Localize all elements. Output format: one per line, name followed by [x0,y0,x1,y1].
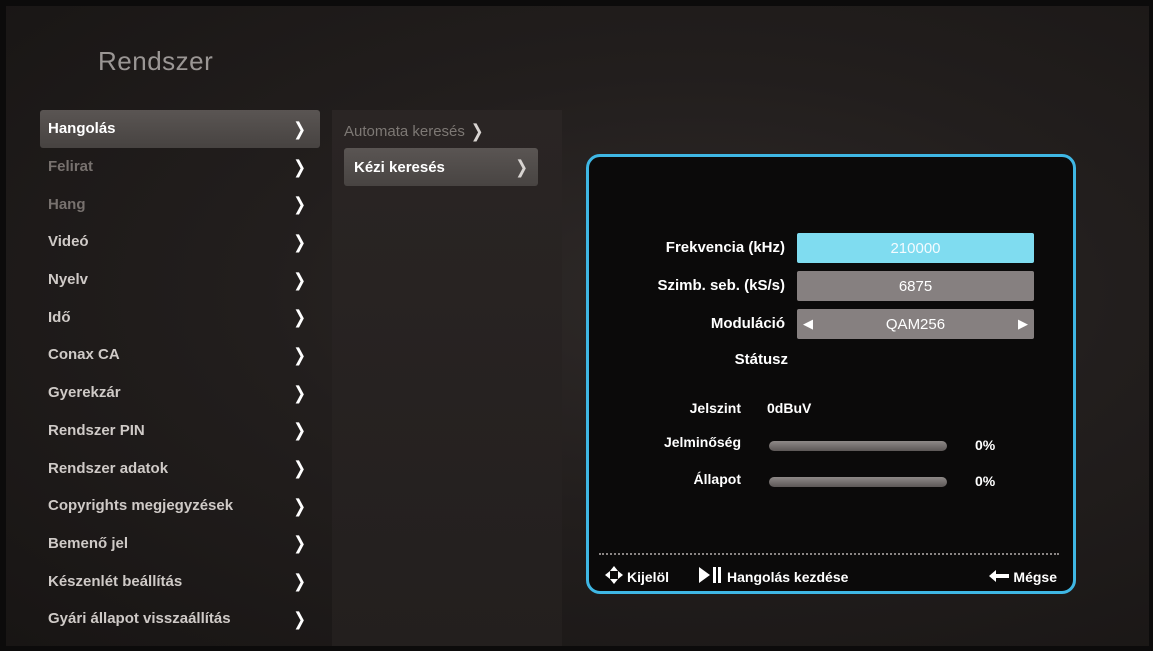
select-hint-label: Kijelöl [627,569,670,585]
manual-search-dialog: Frekvencia (kHz) 210000 Szimb. seb. (kS/… [586,154,1076,594]
modulation-selector[interactable]: ◀ QAM256 ▶ [797,309,1034,339]
state-label: Állapot [693,471,741,487]
submenu-item-automata[interactable]: Automata keresés ❯ [344,112,483,150]
submenu-panel: Automata keresés ❯ Kézi keresés ❯ [332,110,562,646]
start-search-label: Hangolás kezdése [727,569,849,585]
dialog-footer: Kijelöl Hangolás kezdése Mégse [605,566,1057,588]
sidebar-item-label: Rendszer PIN [48,421,145,439]
chevron-right-icon: ❯ [293,307,306,329]
signal-quality-label: Jelminőség [663,434,741,450]
sidebar-item-label: Készenlét beállítás [48,572,183,590]
chevron-right-icon: ❯ [293,232,306,253]
sidebar-item-label: Rendszer adatok [48,459,169,477]
footer-divider [599,553,1059,555]
state-bar [769,477,947,487]
frequency-label: Frekvencia (kHz) [665,239,785,256]
sidebar-item-label: Felirat [48,158,94,176]
arrow-left-icon[interactable]: ◀ [803,316,813,332]
sidebar-item-video[interactable]: Videó ❯ [40,223,320,261]
chevron-right-icon: ❯ [293,345,306,366]
sidebar-item-label: Hangolás [48,120,116,138]
sidebar-item-label: Hang [48,195,86,213]
sidebar-item-ido[interactable]: Idő ❯ [40,298,320,336]
modulation-label: Moduláció [710,315,785,332]
play-pause-icon [699,567,723,587]
signal-level-value: 0dBuV [767,400,812,416]
sidebar-item-bemeno-jel[interactable]: Bemenő jel ❯ [40,525,320,563]
chevron-right-icon: ❯ [293,571,306,592]
select-hint[interactable]: Kijelöl [605,566,669,588]
sidebar-menu: Hangolás ❯ Felirat ❯ Hang ❯ Videó ❯ Nyel… [40,110,320,638]
sidebar-item-conax-ca[interactable]: Conax CA ❯ [40,336,320,374]
sidebar-item-label: Nyelv [48,271,89,289]
sidebar-item-label: Gyári állapot visszaállítás [48,610,231,628]
chevron-right-icon: ❯ [470,121,484,142]
chevron-right-icon: ❯ [293,609,306,630]
sidebar-item-label: Bemenő jel [48,534,129,552]
submenu-item-kezi[interactable]: Kézi keresés ❯ [344,148,538,186]
tv-screen: Rendszer Hangolás ❯ Felirat ❯ Hang ❯ Vid… [6,6,1149,646]
page-title: Rendszer [98,46,214,76]
signal-quality-percent: 0% [975,437,996,453]
chevron-right-icon: ❯ [293,420,306,442]
sidebar-item-gyerekzar[interactable]: Gyerekzár ❯ [40,374,320,412]
sidebar-item-label: Videó [48,233,89,251]
chevron-right-icon: ❯ [293,194,306,216]
sidebar-item-rendszer-pin[interactable]: Rendszer PIN ❯ [40,412,320,450]
frequency-field[interactable]: 210000 [797,233,1034,263]
symbol-rate-label: Szimb. seb. (kS/s) [657,277,785,294]
signal-quality-bar [769,441,947,451]
chevron-right-icon: ❯ [515,157,528,178]
four-way-arrow-icon [605,566,623,588]
sidebar-item-rendszer-adatok[interactable]: Rendszer adatok ❯ [40,449,320,487]
sidebar-item-label: Gyerekzár [48,384,121,402]
sidebar-item-hang[interactable]: Hang ❯ [40,185,320,223]
chevron-right-icon: ❯ [293,496,306,517]
submenu-item-label: Automata keresés [344,122,465,140]
chevron-right-icon: ❯ [293,458,306,479]
sidebar-item-label: Conax CA [48,346,120,364]
modulation-value: QAM256 [885,315,946,333]
back-arrow-icon [989,569,1010,586]
submenu-item-label: Kézi keresés [354,158,445,176]
sidebar-item-gyari-allapot[interactable]: Gyári állapot visszaállítás ❯ [40,600,320,638]
cancel-label: Mégse [1013,569,1057,585]
symbol-rate-field[interactable]: 6875 [797,271,1034,301]
chevron-right-icon: ❯ [293,533,306,555]
chevron-right-icon: ❯ [293,383,306,404]
chevron-right-icon: ❯ [293,119,306,140]
sidebar-item-label: Idő [48,308,71,326]
sidebar-item-hangolas[interactable]: Hangolás ❯ [40,110,320,148]
sidebar-item-label: Copyrights megjegyzések [48,497,234,515]
sidebar-item-keszenlet[interactable]: Készenlét beállítás ❯ [40,562,320,600]
chevron-right-icon: ❯ [293,156,306,178]
cancel-hint[interactable]: Mégse [989,569,1057,586]
chevron-right-icon: ❯ [293,269,306,291]
signal-level-label: Jelszint [689,400,741,416]
status-heading: Státusz [734,351,788,368]
arrow-right-icon[interactable]: ▶ [1018,316,1028,332]
sidebar-item-felirat[interactable]: Felirat ❯ [40,148,320,186]
sidebar-item-copyrights[interactable]: Copyrights megjegyzések ❯ [40,487,320,525]
sidebar-item-nyelv[interactable]: Nyelv ❯ [40,261,320,299]
start-search-hint[interactable]: Hangolás kezdése [699,567,848,587]
state-percent: 0% [975,473,996,489]
